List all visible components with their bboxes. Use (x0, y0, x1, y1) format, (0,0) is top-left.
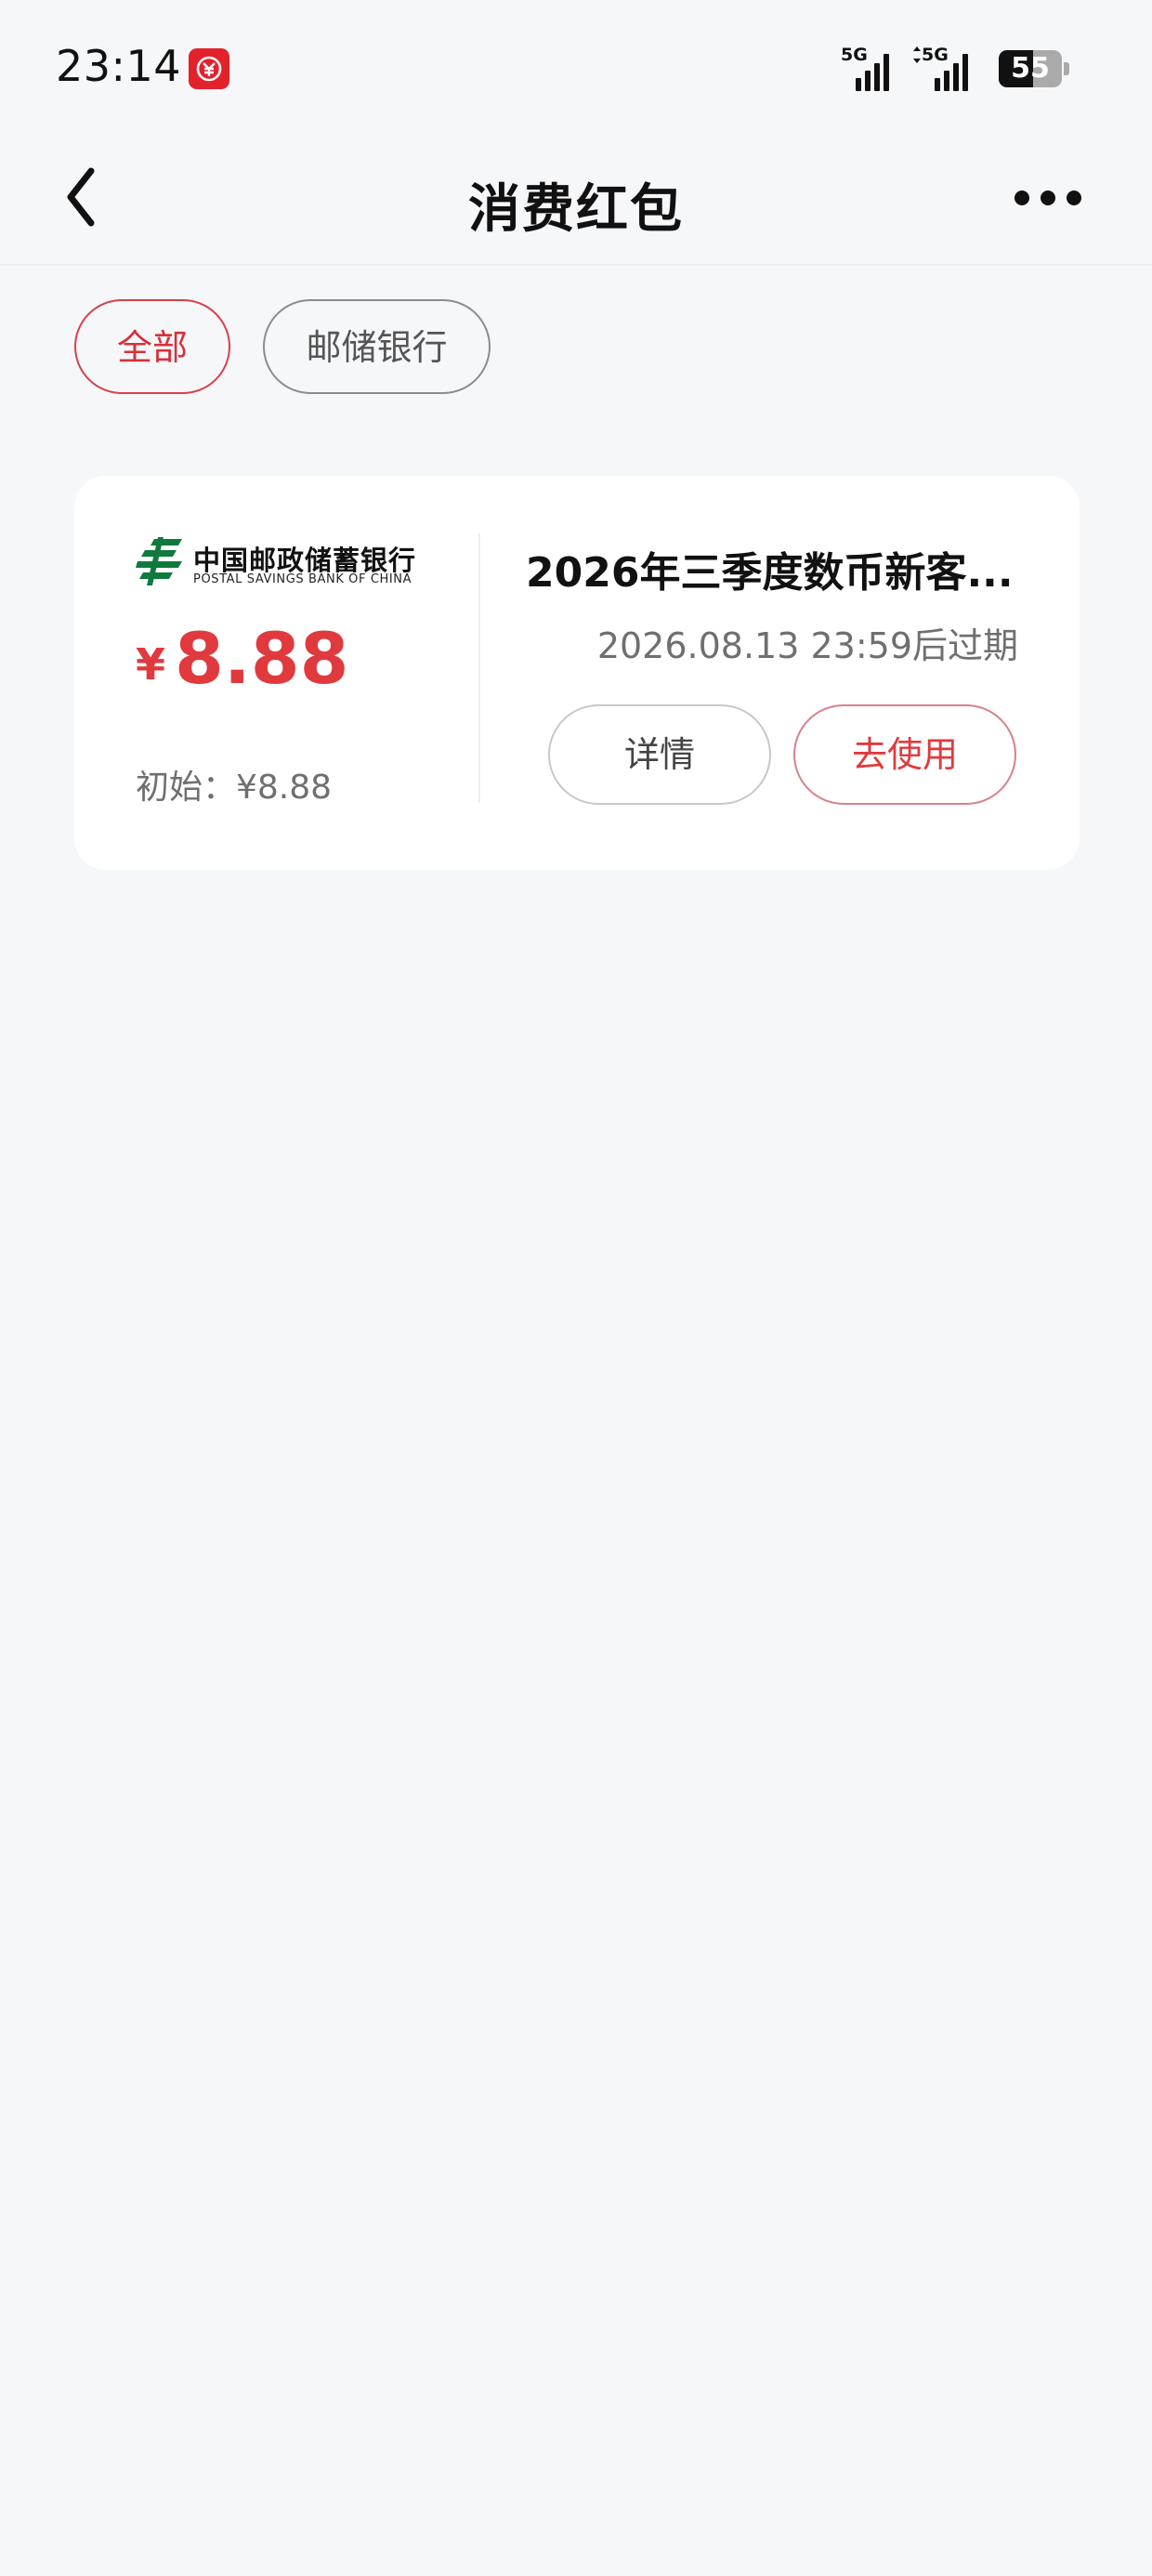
card-divider (478, 533, 480, 803)
coupon-expiry: 2026.08.13 23:59后过期 (596, 625, 1018, 666)
status-time: 23:14 (56, 41, 182, 91)
currency-symbol: ¥ (136, 639, 166, 690)
filter-tab-psbc[interactable]: 邮储银行 (263, 299, 491, 394)
use-button[interactable]: 去使用 (793, 704, 1016, 805)
more-dots-icon (1015, 191, 1029, 205)
signal-sim2-icon: 5G (912, 45, 968, 91)
initial-amount: 初始：¥8.88 (136, 769, 333, 807)
data-transfer-icon (913, 46, 921, 63)
bank-logo: 中国邮政储蓄银行 POSTAL SAVINGS BANK OF CHINA (136, 537, 433, 589)
battery-level: 55 (1011, 52, 1050, 85)
digital-rmb-icon (189, 48, 229, 89)
more-button[interactable] (1003, 178, 1087, 216)
detail-button[interactable]: 详情 (548, 704, 771, 805)
bank-name-en: POSTAL SAVINGS BANK OF CHINA (193, 572, 412, 586)
filter-tab-all[interactable]: 全部 (74, 299, 230, 394)
filter-tabs: 全部 邮储银行 (0, 299, 1152, 398)
coupon-title: 2026年三季度数币新客... (526, 549, 1014, 597)
coupon-card[interactable]: 中国邮政储蓄银行 POSTAL SAVINGS BANK OF CHINA ¥8… (74, 476, 1080, 870)
coupon-amount: ¥8.88 (136, 617, 349, 701)
signal-sim1-icon: 5G (841, 45, 897, 91)
amount-value: 8.88 (175, 617, 349, 700)
nav-bar: 消费红包 (0, 139, 1152, 266)
battery-icon: 55 (999, 50, 1069, 87)
page-title: 消费红包 (468, 179, 684, 240)
psbc-logo-icon (136, 537, 182, 585)
status-bar: 23:14 5G 5G 55 (0, 0, 1152, 139)
